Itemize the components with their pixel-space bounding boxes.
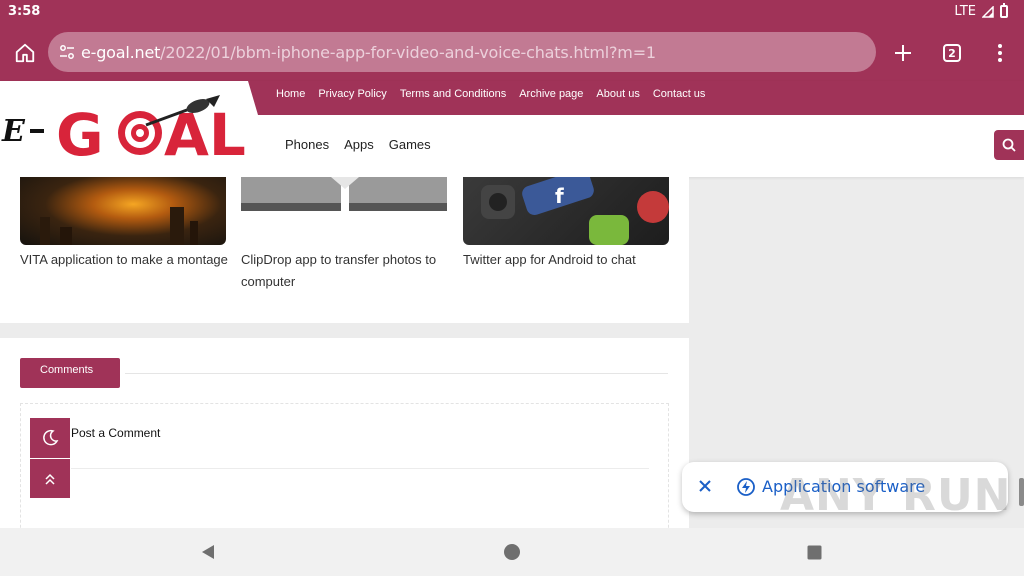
double-chevron-up-icon: [45, 473, 55, 485]
comments-section: Comments Post a Comment: [0, 338, 689, 543]
main-nav-apps[interactable]: Apps: [344, 137, 374, 152]
main-nav: Phones Apps Games: [285, 137, 431, 152]
comment-separator: [71, 468, 649, 469]
search-icon: [1002, 138, 1016, 152]
search-button[interactable]: [994, 130, 1024, 160]
laptops-image: [241, 177, 447, 211]
related-posts: f VITA application to make a montage Cli…: [0, 177, 689, 323]
top-nav: Home Privacy Policy Terms and Conditions…: [248, 81, 1024, 115]
status-time: 3:58: [8, 4, 41, 19]
site-settings-icon[interactable]: [58, 43, 76, 61]
back-button[interactable]: [198, 542, 218, 562]
comment-box: Post a Comment: [20, 403, 669, 543]
back-triangle-icon: [202, 545, 214, 559]
network-type: LTE: [954, 4, 976, 19]
status-bar: 3:58 LTE: [0, 0, 1024, 24]
home-nav-button[interactable]: [502, 542, 522, 562]
related-title-vita[interactable]: VITA application to make a montage: [20, 249, 230, 271]
signal-icon: [982, 5, 994, 18]
top-nav-archive[interactable]: Archive page: [519, 88, 583, 100]
site-logo[interactable]: E G AL: [0, 89, 250, 165]
address-bar[interactable]: e-goal.net/2022/01/bbm-iphone-app-for-vi…: [48, 32, 876, 72]
top-nav-privacy[interactable]: Privacy Policy: [318, 88, 386, 100]
scrollbar-thumb[interactable]: [1019, 478, 1024, 506]
svg-text:G: G: [56, 101, 104, 165]
moon-icon: [43, 429, 59, 446]
recents-button[interactable]: [804, 542, 824, 562]
top-nav-home[interactable]: Home: [276, 88, 305, 100]
bolt-circle-icon: [737, 478, 755, 496]
home-circle-icon: [504, 544, 520, 560]
related-thumb-clipdrop[interactable]: [241, 177, 447, 245]
url-path: /2022/01/bbm-iphone-app-for-video-and-vo…: [160, 42, 656, 62]
dark-mode-button[interactable]: [30, 418, 70, 458]
top-nav-contact[interactable]: Contact us: [653, 88, 706, 100]
system-nav-bar: [0, 528, 1024, 576]
top-nav-about[interactable]: About us: [596, 88, 639, 100]
svg-text:E: E: [1, 114, 26, 149]
related-thumb-vita[interactable]: [20, 177, 226, 245]
back-to-top-button[interactable]: [30, 459, 70, 498]
browser-toolbar: e-goal.net/2022/01/bbm-iphone-app-for-vi…: [0, 24, 1024, 81]
more-vert-icon: [998, 44, 1002, 62]
related-title-clipdrop[interactable]: ClipDrop app to transfer photos to compu…: [241, 249, 451, 293]
main-nav-games[interactable]: Games: [389, 137, 431, 152]
menu-button[interactable]: [987, 40, 1013, 66]
new-tab-button[interactable]: [890, 40, 916, 66]
comments-divider: [125, 373, 668, 374]
svg-text:f: f: [555, 184, 564, 208]
related-thumb-twitter[interactable]: f: [463, 177, 669, 245]
close-icon[interactable]: [696, 477, 714, 495]
home-icon: [15, 43, 35, 63]
top-nav-terms[interactable]: Terms and Conditions: [400, 88, 506, 100]
status-icons: LTE: [954, 3, 1008, 19]
tab-count: 2: [943, 44, 961, 62]
anyrun-watermark: ANY RUN: [780, 470, 1012, 521]
app-icons-image: f: [481, 177, 669, 245]
url-host: e-goal.net: [81, 42, 161, 62]
svg-text:AL: AL: [164, 101, 246, 165]
tab-switcher-button[interactable]: 2: [939, 40, 965, 66]
comments-heading: Comments: [20, 358, 120, 388]
main-nav-phones[interactable]: Phones: [285, 137, 329, 152]
url-text[interactable]: e-goal.net/2022/01/bbm-iphone-app-for-vi…: [81, 43, 656, 62]
battery-icon: [1000, 3, 1008, 18]
related-title-twitter[interactable]: Twitter app for Android to chat: [463, 249, 673, 271]
home-button[interactable]: [12, 40, 38, 66]
site-header: Home Privacy Policy Terms and Conditions…: [0, 81, 1024, 177]
plus-icon: [895, 45, 911, 61]
post-comment-link[interactable]: Post a Comment: [71, 426, 160, 440]
city-lights-image: [40, 207, 198, 245]
recents-square-icon: [807, 545, 821, 559]
